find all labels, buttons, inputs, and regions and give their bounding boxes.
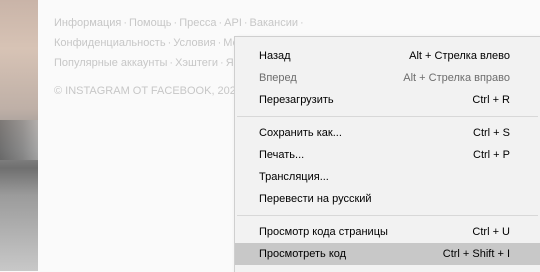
menu-item-shortcut: Ctrl + S: [473, 127, 510, 139]
footer-link-top-accounts[interactable]: Популярные аккаунты: [54, 57, 167, 69]
menu-item-back[interactable]: Назад Alt + Стрелка влево: [235, 45, 540, 67]
menu-item-shortcut: Alt + Стрелка вправо: [403, 72, 510, 84]
footer-separator: ·: [300, 17, 304, 29]
footer-link-terms[interactable]: Условия: [173, 37, 215, 49]
footer-link-api[interactable]: API: [224, 17, 242, 29]
footer-separator: ·: [243, 17, 248, 29]
footer-separator: ·: [218, 17, 223, 29]
menu-item-label: Трансляция...: [259, 171, 329, 183]
menu-item-translate[interactable]: Перевести на русский: [235, 188, 540, 210]
menu-item-shortcut: Ctrl + Shift + I: [442, 248, 510, 260]
menu-item-inspect[interactable]: Просмотреть код Ctrl + Shift + I: [235, 243, 540, 265]
menu-item-reload[interactable]: Перезагрузить Ctrl + R: [235, 89, 540, 111]
menu-item-shortcut: Ctrl + U: [472, 226, 510, 238]
footer-separator: ·: [123, 17, 128, 29]
footer-link-hashtags[interactable]: Хэштеги: [175, 57, 218, 69]
context-menu: Назад Alt + Стрелка влево Вперед Alt + С…: [234, 36, 540, 272]
menu-divider: [237, 215, 538, 216]
menu-item-print[interactable]: Печать... Ctrl + P: [235, 144, 540, 166]
footer-link-help[interactable]: Помощь: [129, 17, 172, 29]
menu-item-shortcut: Alt + Стрелка влево: [409, 50, 510, 62]
menu-item-label: Перевести на русский: [259, 193, 372, 205]
footer-link-jobs[interactable]: Вакансии: [250, 17, 299, 29]
menu-item-label: Сохранить как...: [259, 127, 342, 139]
menu-item-label: Назад: [259, 50, 291, 62]
footer-link-info[interactable]: Информация: [54, 17, 121, 29]
background-photo: [0, 0, 38, 271]
menu-item-shortcut: Ctrl + R: [472, 94, 510, 106]
footer-links-row-1: Информация · Помощь · Пресса · API · Вакансии ·: [54, 13, 304, 33]
footer-link-privacy[interactable]: Конфиденциальность: [54, 37, 166, 49]
menu-item-label: Вперед: [259, 72, 297, 84]
menu-item-forward[interactable]: Вперед Alt + Стрелка вправо: [235, 67, 540, 89]
menu-divider: [237, 116, 538, 117]
menu-item-label: Просмотреть код: [259, 248, 347, 260]
menu-item-label: Просмотр кода страницы: [259, 226, 388, 238]
footer-separator: ·: [169, 57, 174, 69]
menu-item-shortcut: Ctrl + P: [473, 149, 510, 161]
menu-item-label: Перезагрузить: [259, 94, 334, 106]
footer-link-press[interactable]: Пресса: [179, 17, 216, 29]
menu-item-view-source[interactable]: Просмотр кода страницы Ctrl + U: [235, 221, 540, 243]
menu-item-cast[interactable]: Трансляция...: [235, 166, 540, 188]
menu-item-save-as[interactable]: Сохранить как... Ctrl + S: [235, 122, 540, 144]
footer-separator: ·: [220, 57, 224, 69]
menu-item-label: Печать...: [259, 149, 305, 161]
